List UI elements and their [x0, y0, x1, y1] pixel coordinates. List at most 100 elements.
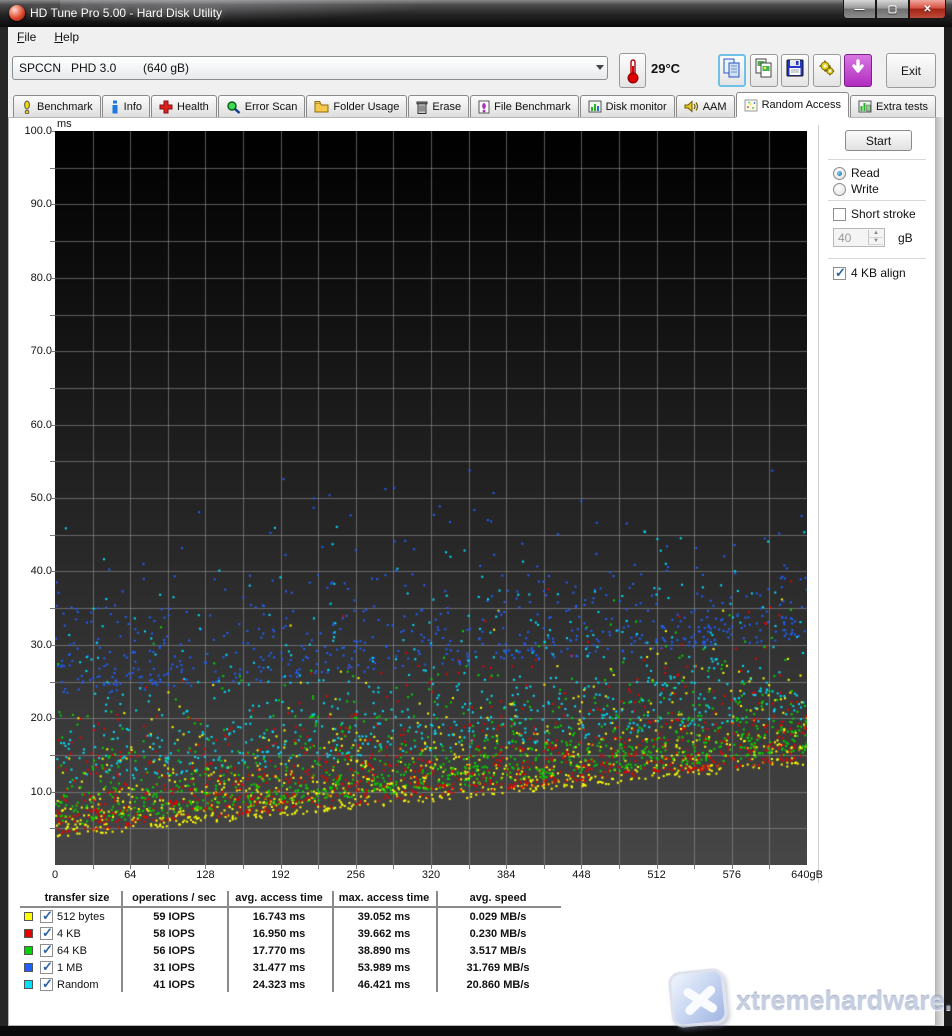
- y-tick: [50, 315, 55, 316]
- series-color-swatch: [24, 963, 33, 972]
- exit-button[interactable]: Exit: [886, 53, 936, 88]
- x-tick-label: 256: [347, 869, 365, 881]
- table-header: max. access time: [339, 892, 430, 904]
- y-tick: [50, 241, 55, 242]
- save-button[interactable]: [781, 54, 809, 87]
- temperature-button[interactable]: [619, 53, 646, 88]
- chart-controls-divider: [818, 125, 819, 883]
- table-header: avg. speed: [470, 892, 527, 904]
- divider: [828, 200, 926, 201]
- series-visibility-checkbox[interactable]: [40, 944, 53, 957]
- series-color-swatch: [24, 980, 33, 989]
- window-border-left: [0, 27, 8, 1036]
- tab-disk-monitor[interactable]: Disk monitor: [580, 95, 675, 117]
- kb-align-row[interactable]: 4 KB align: [833, 266, 906, 280]
- table-cell-iops: 41 IOPS: [153, 979, 195, 991]
- x-tick: [130, 865, 131, 869]
- menu-bar: File Help: [8, 27, 944, 48]
- y-tick: [50, 608, 55, 609]
- y-tick-label: 50.0: [16, 492, 52, 504]
- tab-health[interactable]: Health: [151, 95, 217, 117]
- x-tick-label: 320: [422, 869, 440, 881]
- tab-erase[interactable]: Erase: [408, 95, 469, 117]
- y-tick: [50, 755, 55, 756]
- info-icon: [110, 100, 120, 114]
- series-color-swatch: [24, 929, 33, 938]
- minimize-button[interactable]: —: [843, 0, 876, 19]
- spinner-arrows[interactable]: ▲▼: [868, 230, 883, 245]
- tab-random-access[interactable]: Random Access: [736, 92, 849, 117]
- write-radio-row[interactable]: Write: [833, 182, 879, 196]
- download-button[interactable]: [844, 54, 872, 87]
- write-radio[interactable]: [833, 183, 846, 196]
- table-cell-iops: 58 IOPS: [153, 928, 195, 940]
- disk-monitor-icon: [588, 100, 602, 113]
- x-tick: [694, 865, 695, 869]
- menu-help[interactable]: Help: [45, 28, 88, 46]
- file-benchmark-icon: [478, 100, 490, 114]
- y-tick: [50, 682, 55, 683]
- table-cell-iops: 56 IOPS: [153, 945, 195, 957]
- x-tick: [393, 865, 394, 869]
- x-tick: [581, 865, 582, 869]
- stroke-unit-label: gB: [898, 231, 913, 245]
- series-visibility-checkbox[interactable]: [40, 978, 53, 991]
- read-label: Read: [851, 166, 880, 180]
- series-visibility-checkbox[interactable]: [40, 910, 53, 923]
- stroke-size-spinner[interactable]: 40 ▲▼: [833, 228, 885, 247]
- tab-folder-usage[interactable]: Folder Usage: [306, 95, 407, 117]
- tab-info[interactable]: Info: [102, 95, 150, 117]
- window-glass-right: [936, 117, 944, 1026]
- y-tick: [50, 645, 55, 646]
- copy-image-button[interactable]: [750, 54, 778, 87]
- close-button[interactable]: ✕: [909, 0, 946, 19]
- tab-aam[interactable]: AAM: [676, 95, 735, 117]
- benchmark-icon: [21, 100, 33, 114]
- x-tick: [168, 865, 169, 869]
- y-tick: [50, 828, 55, 829]
- x-tick: [657, 865, 658, 869]
- transfer-size-label: 4 KB: [57, 928, 81, 940]
- table-cell-avg: 31.477 ms: [253, 962, 306, 974]
- y-tick: [50, 792, 55, 793]
- short-stroke-label: Short stroke: [851, 207, 916, 221]
- window-controls: — ▢ ✕: [843, 0, 946, 20]
- copy-image-icon: [754, 57, 774, 84]
- y-tick-label: 60.0: [16, 419, 52, 431]
- series-visibility-checkbox[interactable]: [40, 961, 53, 974]
- y-tick-label: 100.0: [16, 125, 52, 137]
- read-radio-row[interactable]: Read: [833, 166, 880, 180]
- x-tick: [469, 865, 470, 869]
- table-header: avg. access time: [235, 892, 322, 904]
- tab-benchmark[interactable]: Benchmark: [13, 95, 101, 117]
- x-tick: [506, 865, 507, 869]
- series-visibility-checkbox[interactable]: [40, 927, 53, 940]
- short-stroke-checkbox[interactable]: [833, 208, 846, 221]
- menu-file[interactable]: File: [8, 28, 45, 46]
- chevron-down-icon: [596, 65, 604, 70]
- x-tick-label: 0: [52, 869, 58, 881]
- tab-error-scan[interactable]: Error Scan: [218, 95, 306, 117]
- tab-extra-tests[interactable]: Extra tests: [850, 95, 936, 117]
- x-tick-label: 64: [124, 869, 136, 881]
- x-tick: [93, 865, 94, 869]
- y-tick: [50, 498, 55, 499]
- start-button[interactable]: Start: [845, 130, 912, 151]
- table-cell-avg: 16.950 ms: [253, 928, 306, 940]
- y-tick: [50, 461, 55, 462]
- temperature-value: 29°C: [651, 61, 680, 76]
- read-radio[interactable]: [833, 167, 846, 180]
- table-column-divider: [121, 891, 123, 992]
- table-cell-speed: 31.769 MB/s: [467, 962, 530, 974]
- kb-align-checkbox[interactable]: [833, 267, 846, 280]
- options-button[interactable]: [813, 54, 841, 87]
- drive-selector[interactable]: SPCCN PHD 3.0 (640 gB): [12, 56, 608, 80]
- transfer-size-label: Random: [57, 979, 99, 991]
- window-title: HD Tune Pro 5.00 - Hard Disk Utility: [30, 6, 222, 20]
- series-color-swatch: [24, 946, 33, 955]
- maximize-button[interactable]: ▢: [876, 0, 909, 19]
- copy-button[interactable]: [718, 54, 746, 87]
- short-stroke-row[interactable]: Short stroke: [833, 207, 916, 221]
- y-tick: [50, 571, 55, 572]
- tab-file-benchmark[interactable]: File Benchmark: [470, 95, 578, 117]
